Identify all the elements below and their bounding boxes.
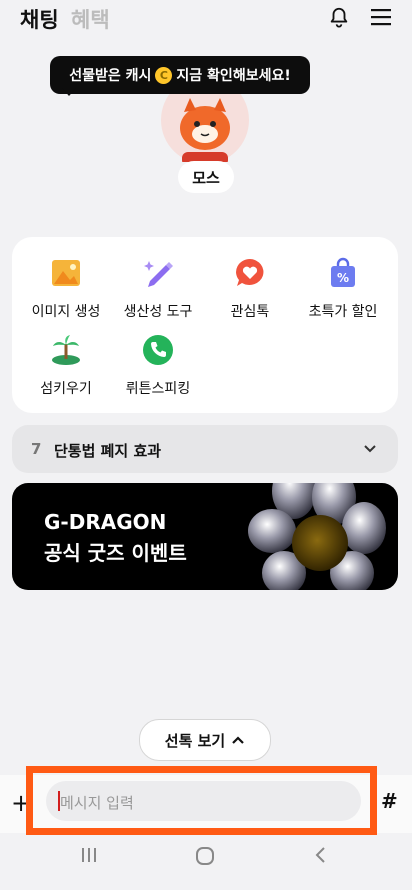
system-nav-bar bbox=[0, 835, 412, 890]
feature-label: 초특가 할인 bbox=[308, 304, 378, 320]
tab-benefits[interactable]: 혜택 bbox=[71, 4, 110, 34]
home-icon[interactable] bbox=[195, 846, 215, 866]
notice-text: 단통법 폐지 효과 bbox=[54, 442, 162, 460]
back-icon[interactable] bbox=[313, 846, 327, 864]
notice-number: 7 bbox=[31, 440, 42, 458]
phone-icon bbox=[143, 335, 173, 365]
cash-tooltip[interactable]: 선물받은 캐시 C 지금 확인해보세요! bbox=[50, 56, 310, 94]
feature-label: 뤼튼스피킹 bbox=[125, 381, 191, 397]
discount-bag-icon: % bbox=[331, 257, 355, 287]
feature-label: 관심톡 bbox=[230, 304, 270, 320]
tooltip-text-after: 지금 확인해보세요! bbox=[176, 68, 291, 84]
selected-talk-label: 선톡 보기 bbox=[164, 731, 226, 750]
bell-icon[interactable] bbox=[328, 6, 350, 28]
tab-chat[interactable]: 채팅 bbox=[20, 4, 59, 34]
svg-text:%: % bbox=[337, 271, 349, 285]
feature-wrtn-speaking[interactable]: 뤼튼스피킹 bbox=[110, 334, 206, 398]
image-icon bbox=[52, 260, 80, 286]
feature-special-discount[interactable]: % 초특가 할인 bbox=[295, 257, 391, 321]
feature-interest-talk[interactable]: 관심톡 bbox=[202, 257, 298, 321]
chevron-down-icon[interactable] bbox=[362, 442, 378, 456]
feature-label: 생산성 도구 bbox=[123, 304, 193, 320]
selected-talk-button[interactable]: 선톡 보기 bbox=[139, 719, 271, 761]
recent-apps-icon[interactable] bbox=[80, 846, 98, 864]
flower-graphic bbox=[248, 483, 386, 590]
menu-icon[interactable] bbox=[370, 8, 392, 26]
tooltip-arrow bbox=[62, 88, 76, 96]
banner-subtitle: 공식 굿즈 이벤트 bbox=[44, 541, 187, 565]
hash-icon[interactable]: # bbox=[381, 789, 398, 813]
coin-icon: C bbox=[155, 66, 173, 84]
pencil-sparkle-icon bbox=[144, 261, 173, 287]
feature-label: 섬키우기 bbox=[40, 381, 92, 397]
tooltip-text-before: 선물받은 캐시 bbox=[69, 68, 152, 84]
profile-name[interactable]: 모스 bbox=[178, 161, 234, 193]
feature-image-generation[interactable]: 이미지 생성 bbox=[18, 257, 114, 321]
feature-card: 이미지 생성 생산성 도구 관심톡 % 초특가 할인 섬키우기 뤼튼스피킹 bbox=[12, 237, 398, 413]
feature-productivity-tools[interactable]: 생산성 도구 bbox=[110, 257, 206, 321]
banner-title: G-DRAGON bbox=[44, 510, 167, 534]
highlight-box bbox=[26, 766, 377, 835]
avatar[interactable] bbox=[160, 90, 250, 162]
feature-label: 이미지 생성 bbox=[31, 304, 101, 320]
chevron-up-icon bbox=[232, 736, 244, 744]
feature-island[interactable]: 섬키우기 bbox=[18, 334, 114, 398]
heart-bubble-icon bbox=[236, 259, 264, 286]
island-icon bbox=[52, 335, 80, 365]
